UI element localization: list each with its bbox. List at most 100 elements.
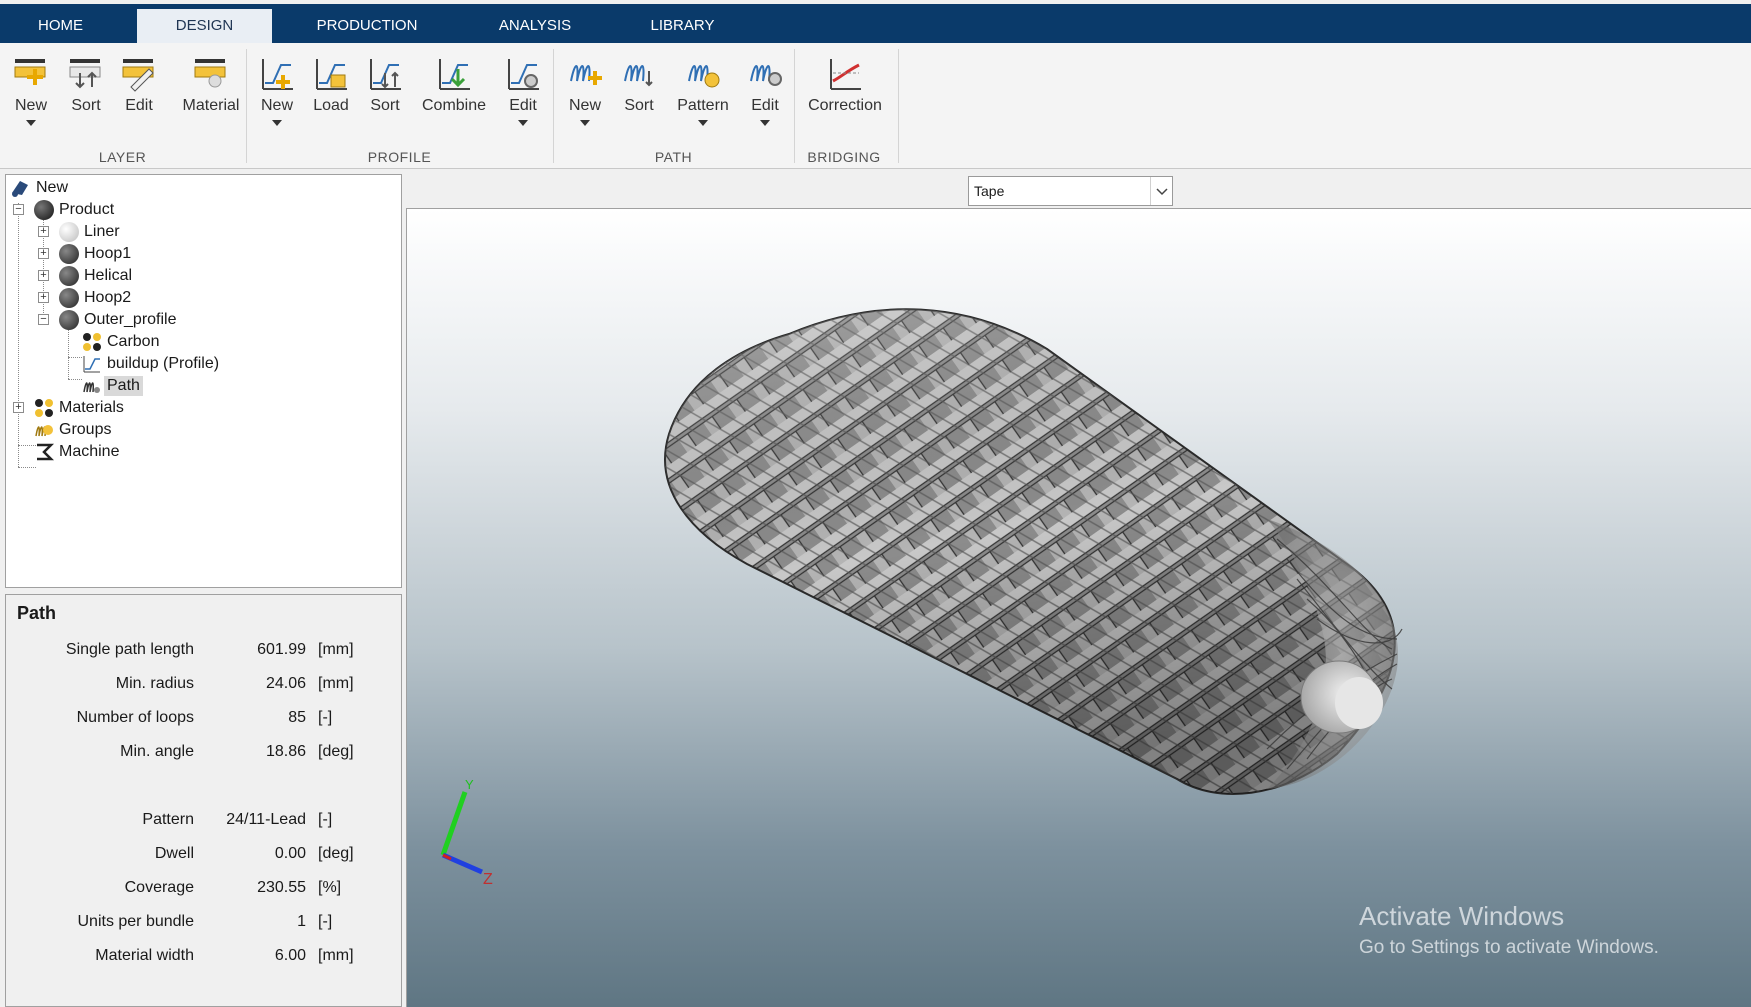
property-row: Pattern 24/11-Lead [-]	[6, 807, 401, 833]
chevron-down-icon[interactable]	[1150, 177, 1172, 205]
bridging-correction-label: Correction	[808, 97, 882, 114]
tab-design[interactable]: DESIGN	[137, 9, 272, 43]
watermark-title: Activate Windows	[1359, 901, 1565, 931]
profile-new-icon	[262, 59, 293, 90]
tree-line	[18, 203, 19, 467]
tab-analysis[interactable]: ANALYSIS	[485, 9, 585, 43]
chevron-down-icon[interactable]	[518, 120, 528, 126]
profile-load-button[interactable]: Load	[308, 51, 354, 147]
property-row: Min. angle 18.86 [deg]	[6, 739, 401, 765]
tree-item-label: New	[36, 179, 69, 196]
layer-new-label: New	[14, 97, 47, 114]
project-tree: New − Product + Liner + Hoop1 + Helical …	[5, 174, 402, 588]
layer-new-icon	[14, 59, 46, 85]
layer-edit-button[interactable]: Edit	[116, 51, 162, 147]
tab-home[interactable]: HOME	[12, 9, 109, 43]
correction-icon	[830, 59, 861, 90]
layer-sort-button[interactable]: Sort	[62, 51, 110, 147]
path-edit-icon	[750, 65, 782, 86]
tree-item-label: Hoop2	[84, 289, 132, 306]
collapse-icon[interactable]: −	[38, 314, 49, 325]
display-mode-select[interactable]: Tape	[968, 176, 1173, 206]
profile-edit-icon	[508, 59, 539, 90]
property-unit: [-]	[318, 913, 333, 930]
app-window: HOME DESIGN PRODUCTION ANALYSIS LIBRARY …	[0, 0, 1751, 1007]
profile-sort-button[interactable]: Sort	[362, 51, 408, 147]
property-label: Single path length	[65, 641, 194, 658]
layer-edit-icon	[122, 59, 154, 92]
property-label: Min. angle	[120, 743, 194, 760]
composite-vessel	[664, 308, 1403, 795]
chevron-down-icon[interactable]	[698, 120, 708, 126]
profile-edit-button[interactable]: Edit	[500, 51, 546, 147]
property-label: Min. radius	[115, 675, 194, 692]
profile-load-label: Load	[313, 97, 349, 114]
material-icon	[83, 333, 101, 351]
property-label: Units per bundle	[77, 913, 194, 930]
property-unit: [%]	[318, 879, 342, 896]
path-pattern-label: Pattern	[677, 97, 729, 114]
property-value: 0.00	[274, 845, 306, 862]
profile-new-button[interactable]: New	[254, 51, 300, 147]
ribbon: New Sort Edit Material LAYER New Load So…	[0, 43, 1751, 169]
material-icon	[194, 59, 226, 88]
property-value: 1	[297, 913, 306, 930]
expand-icon[interactable]: +	[38, 226, 49, 237]
group-label-layer: LAYER	[98, 149, 147, 165]
layer-icon	[59, 266, 79, 286]
profile-combine-label: Combine	[421, 97, 487, 114]
tree-item-label: Carbon	[107, 333, 160, 350]
layer-icon	[59, 244, 79, 264]
expand-icon[interactable]: +	[38, 270, 49, 281]
chevron-down-icon[interactable]	[580, 120, 590, 126]
path-new-button[interactable]: New	[562, 51, 608, 147]
collapse-icon[interactable]: −	[13, 204, 24, 215]
polar-boss-face	[1335, 677, 1383, 729]
property-row: Min. radius 24.06 [mm]	[6, 671, 401, 697]
layer-icon	[59, 288, 79, 308]
path-pattern-button[interactable]: Pattern	[670, 51, 736, 147]
bridging-correction-button[interactable]: Correction	[802, 51, 888, 147]
tree-item-label: Product	[59, 201, 115, 218]
3d-viewport[interactable]: Y Z Activate Windows Go to Settings to a…	[406, 208, 1751, 1007]
profile-icon	[83, 356, 100, 373]
chevron-down-icon[interactable]	[272, 120, 282, 126]
chevron-down-icon[interactable]	[26, 120, 36, 126]
property-label: Pattern	[142, 811, 194, 828]
expand-icon[interactable]: +	[38, 292, 49, 303]
chevron-down-icon[interactable]	[760, 120, 770, 126]
combine-icon	[439, 59, 470, 90]
property-unit: [mm]	[318, 947, 354, 964]
path-sort-button[interactable]: Sort	[616, 51, 662, 147]
profile-combine-button[interactable]: Combine	[414, 51, 494, 147]
expand-icon[interactable]: +	[13, 402, 24, 413]
property-value: 601.99	[257, 641, 306, 658]
property-value: 6.00	[274, 947, 306, 964]
layer-material-button[interactable]: Material	[168, 51, 254, 147]
liner-icon	[59, 222, 79, 242]
layer-sort-label: Sort	[71, 97, 101, 114]
ribbon-separator	[898, 49, 899, 163]
path-new-label: New	[568, 97, 601, 114]
vessel-render: Y Z	[440, 308, 1403, 888]
activate-windows-watermark: Activate Windows Go to Settings to activ…	[1359, 901, 1659, 959]
profile-load-icon	[316, 59, 347, 90]
ribbon-separator	[553, 49, 554, 163]
property-value: 230.55	[257, 879, 306, 896]
path-edit-button[interactable]: Edit	[742, 51, 788, 147]
expand-icon[interactable]: +	[38, 248, 49, 259]
layer-new-button[interactable]: New	[8, 51, 54, 147]
tree-item-label: Materials	[59, 399, 124, 416]
tab-library[interactable]: LIBRARY	[640, 9, 725, 43]
property-row: Number of loops 85 [-]	[6, 705, 401, 731]
layer-material-label: Material	[182, 97, 240, 114]
property-row: Coverage 230.55 [%]	[6, 875, 401, 901]
group-label-profile: PROFILE	[367, 149, 432, 165]
machine-icon	[37, 443, 54, 461]
property-row: Units per bundle 1 [-]	[6, 909, 401, 935]
group-label-bridging: BRIDGING	[807, 149, 881, 165]
path-edit-label: Edit	[751, 97, 779, 114]
ribbon-separator	[246, 49, 247, 163]
tab-production[interactable]: PRODUCTION	[302, 9, 432, 43]
path-icon	[83, 382, 100, 393]
